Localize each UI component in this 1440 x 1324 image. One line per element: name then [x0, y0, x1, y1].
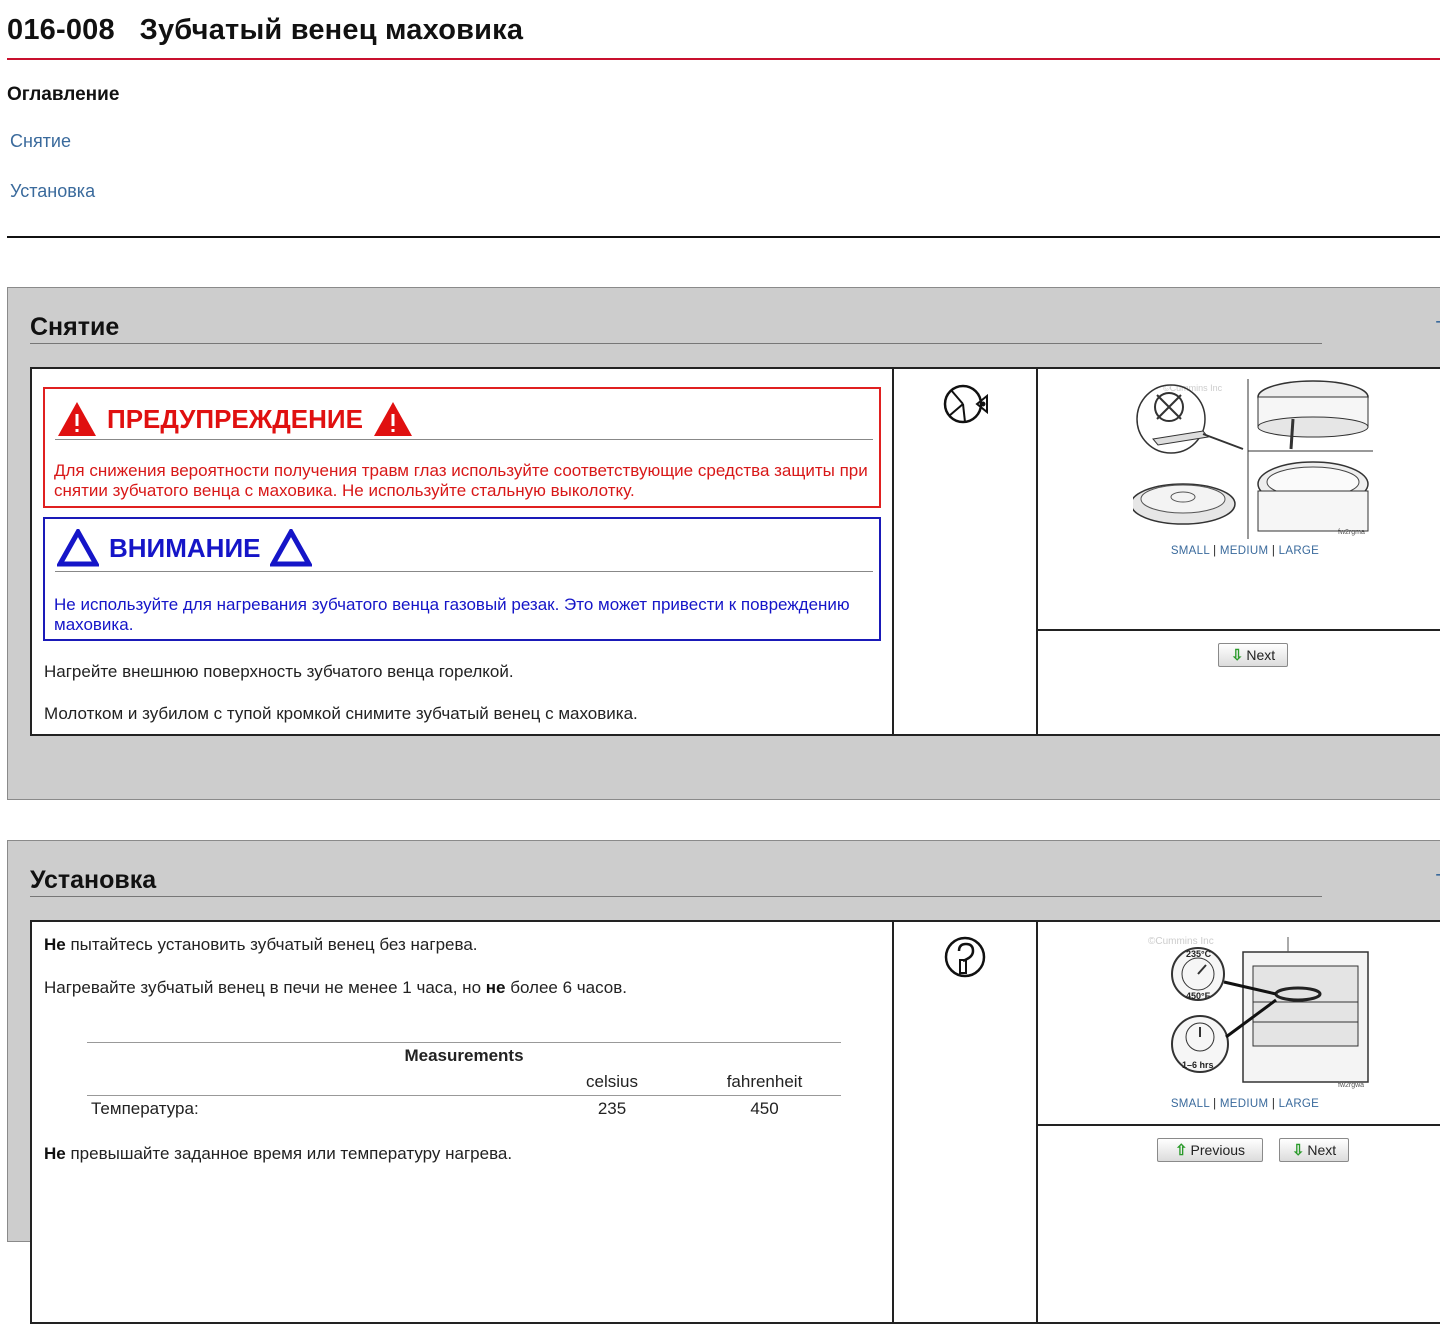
size-link-small[interactable]: SMALL: [1171, 1098, 1210, 1110]
toc-link-installation[interactable]: Установка: [10, 181, 95, 202]
installation-size-links: SMALL | MEDIUM | LARGE: [1038, 1098, 1440, 1110]
removal-step-table: ПРЕДУПРЕЖДЕНИЕ Для снижения вероятности …: [30, 367, 1440, 736]
warning-divider: [55, 439, 873, 440]
caution-divider: [55, 571, 873, 572]
removal-step-2: Молотком и зубилом с тупой кромкой сними…: [44, 704, 638, 723]
install-step-2: Нагревайте зубчатый венец в печи не мене…: [44, 978, 627, 998]
removal-step-1: Нагрейте внешнюю поверхность зубчатого в…: [44, 662, 514, 681]
installation-icon-column: [894, 922, 1038, 1322]
size-link-large[interactable]: LARGE: [1279, 545, 1320, 557]
installation-next-button[interactable]: ⇩ Next: [1279, 1138, 1349, 1162]
installation-text-column: Не пытайтесь установить зубчатый венец б…: [32, 922, 894, 1322]
removal-text-column: ПРЕДУПРЕЖДЕНИЕ Для снижения вероятности …: [32, 369, 894, 734]
size-link-separator: |: [1271, 545, 1276, 557]
title-rule: [7, 58, 1440, 60]
install-step-3-text: превышайте заданное время или температур…: [65, 1144, 513, 1163]
installation-previous-label: Previous: [1190, 1142, 1246, 1158]
page-title: 016-008 Зубчатый венец маховика: [7, 14, 524, 46]
installation-section: Установка T Не пытайтесь установить зубч…: [7, 840, 1440, 1324]
installation-step-table: Не пытайтесь установить зубчатый венец б…: [30, 920, 1440, 1324]
measurements-col-celsius: celsius: [586, 1072, 638, 1091]
down-arrow-icon: ⇩: [1291, 1142, 1305, 1159]
install-step-1: Не пытайтесь установить зубчатый венец б…: [44, 935, 478, 955]
install-image-time: 1–6 hrs: [1182, 1060, 1214, 1070]
install-image-temp-c: 235°C: [1186, 949, 1212, 959]
install-step-2-post: более 6 часов.: [505, 978, 627, 997]
measurements-row-label: Температура:: [91, 1099, 199, 1118]
oven-heating-illustration[interactable]: ©Cummins Inc 235°C 450°F 1–6 hrs fw2rgwa: [1148, 932, 1373, 1092]
size-link-small[interactable]: SMALL: [1171, 545, 1210, 557]
measurements-col-fahrenheit: fahrenheit: [726, 1072, 803, 1091]
size-link-separator: |: [1213, 1098, 1217, 1110]
install-image-code: fw2rgwa: [1338, 1082, 1364, 1089]
size-link-large[interactable]: LARGE: [1279, 1098, 1320, 1110]
size-link-separator: |: [1271, 1098, 1276, 1110]
caution-title: ВНИМАНИЕ: [109, 532, 261, 563]
warning-title-row: ПРЕДУПРЕЖДЕНИЕ: [57, 401, 413, 437]
warning-text: Для снижения вероятности получения травм…: [54, 461, 868, 500]
install-step-3-bold: Не: [44, 1144, 66, 1163]
removal-image-divider: [1038, 629, 1440, 631]
removal-next-label: Next: [1246, 647, 1276, 663]
install-image-watermark: ©Cummins Inc: [1148, 936, 1214, 947]
install-image-temp-f: 450°F: [1186, 991, 1211, 1001]
caution-text: Не используйте для нагревания зубчатого …: [54, 595, 850, 634]
installation-title-rule: [30, 896, 1322, 897]
measurements-title: Measurements: [404, 1046, 524, 1065]
installation-top-link[interactable]: T: [1436, 871, 1440, 894]
caution-box: ВНИМАНИЕ Не используйте для нагревания з…: [43, 517, 881, 641]
warning-title: ПРЕДУПРЕЖДЕНИЕ: [107, 403, 363, 434]
measurements-header-rule: [87, 1095, 841, 1096]
install-step-3: Не превышайте заданное время или темпера…: [44, 1144, 512, 1164]
removal-next-button[interactable]: ⇩ Next: [1218, 643, 1288, 667]
removal-size-links: SMALL | MEDIUM | LARGE: [1038, 545, 1440, 557]
size-link-medium[interactable]: MEDIUM: [1220, 545, 1268, 557]
installation-image-divider: [1038, 1124, 1440, 1126]
toc-link-removal[interactable]: Снятие: [10, 131, 71, 152]
measurements-celsius-value: 235: [597, 1099, 627, 1118]
toc-heading: Оглавление: [7, 84, 120, 105]
caution-triangle-icon: [270, 529, 313, 567]
removal-section: Снятие T ПРЕДУПРЕЖДЕНИЕ Для снижения вер…: [7, 287, 1440, 800]
removal-section-title: Снятие: [30, 313, 120, 341]
install-step-1-bold: Не: [44, 935, 66, 954]
removal-top-link[interactable]: T: [1436, 318, 1440, 341]
toc-divider: [7, 236, 1440, 238]
ring-gear-removal-illustration[interactable]: ©Cummins Inc fw2rgma: [1133, 379, 1373, 539]
removal-icon-column: [894, 369, 1038, 734]
hook-tool-icon: [944, 936, 986, 978]
removal-image-code: fw2rgma: [1338, 529, 1365, 536]
install-step-1-text: пытайтесь установить зубчатый венец без …: [65, 935, 478, 954]
size-link-separator: |: [1213, 545, 1217, 557]
measurements-fahrenheit-value: 450: [750, 1099, 779, 1118]
warning-box: ПРЕДУПРЕЖДЕНИЕ Для снижения вероятности …: [43, 387, 881, 508]
caution-triangle-icon: [57, 529, 99, 567]
install-step-2-pre: Нагревайте зубчатый венец в печи не мене…: [44, 978, 486, 997]
installation-next-label: Next: [1307, 1142, 1337, 1158]
removal-image-column: ©Cummins Inc fw2rgma SMALL | MEDIUM | LA…: [1038, 369, 1440, 734]
warning-triangle-icon: [373, 402, 412, 436]
installation-section-title: Установка: [30, 866, 157, 894]
measurements-top-rule: [87, 1042, 841, 1043]
installation-previous-button[interactable]: ⇧ Previous: [1157, 1138, 1263, 1162]
measurements-table: Measurements celsius fahrenheit Температ…: [87, 1040, 841, 1130]
install-step-2-bold: не: [485, 978, 506, 997]
size-link-medium[interactable]: MEDIUM: [1220, 1098, 1268, 1110]
warning-triangle-icon: [58, 402, 96, 436]
caution-title-row: ВНИМАНИЕ: [57, 529, 313, 567]
installation-image-column: ©Cummins Inc 235°C 450°F 1–6 hrs fw2rgwa: [1038, 922, 1440, 1322]
up-arrow-icon: ⇧: [1174, 1142, 1188, 1159]
removal-title-rule: [30, 343, 1322, 344]
eye-protection-icon: [943, 384, 988, 424]
down-arrow-icon: ⇩: [1230, 647, 1244, 664]
